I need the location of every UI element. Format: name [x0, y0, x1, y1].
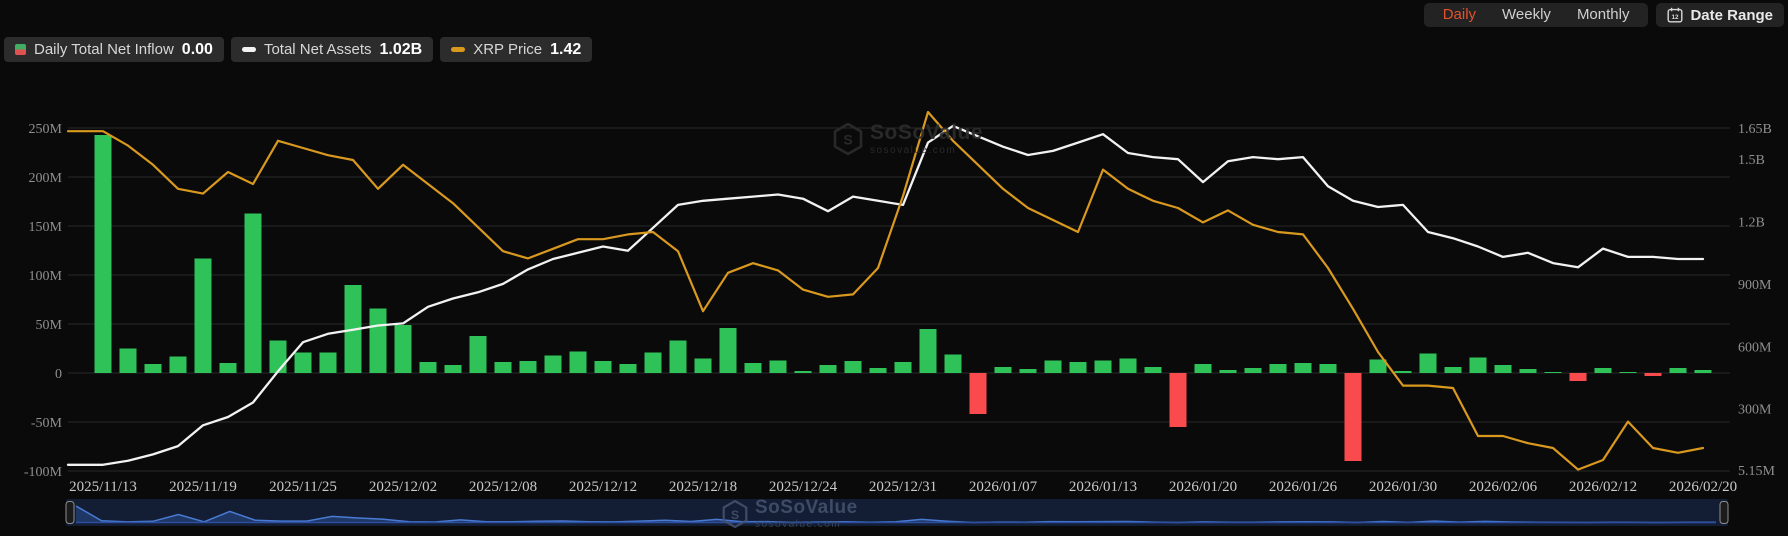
- svg-text:2025/11/19: 2025/11/19: [169, 479, 237, 495]
- svg-text:300M: 300M: [1738, 403, 1772, 418]
- navigator-handle-left[interactable]: [66, 502, 74, 524]
- svg-text:900M: 900M: [1738, 278, 1772, 293]
- net-inflow-bars: [95, 135, 1712, 461]
- svg-text:2025/11/25: 2025/11/25: [269, 479, 337, 495]
- svg-text:200M: 200M: [29, 171, 63, 186]
- etf-flow-dashboard: Daily Weekly Monthly 12 Date Range Daily…: [0, 0, 1788, 536]
- svg-text:2026/01/26: 2026/01/26: [1269, 479, 1338, 495]
- svg-text:50M: 50M: [36, 318, 63, 333]
- svg-text:2025/12/08: 2025/12/08: [469, 479, 537, 495]
- svg-text:-50M: -50M: [31, 416, 63, 431]
- svg-text:2025/12/12: 2025/12/12: [569, 479, 637, 495]
- gridlines: 250M 200M 150M 100M 50M 0 -50M -100M 1.65B 1.5B 1.…: [24, 122, 1776, 480]
- svg-text:1.5B: 1.5B: [1738, 153, 1765, 168]
- navigator-handle-right[interactable]: [1720, 502, 1728, 524]
- svg-text:-100M: -100M: [24, 465, 63, 480]
- svg-text:250M: 250M: [29, 122, 63, 137]
- svg-text:600M: 600M: [1738, 340, 1772, 355]
- svg-text:2025/12/18: 2025/12/18: [669, 479, 737, 495]
- xrp-price-line: [68, 112, 1703, 470]
- svg-text:1.65B: 1.65B: [1738, 122, 1772, 137]
- svg-text:2025/11/13: 2025/11/13: [69, 479, 137, 495]
- svg-text:2025/12/02: 2025/12/02: [369, 479, 437, 495]
- x-axis-labels: 2025/11/13 2025/11/19 2025/11/25 2025/12/02…: [69, 479, 1737, 495]
- svg-text:2026/02/06: 2026/02/06: [1469, 479, 1538, 495]
- svg-text:0: 0: [55, 367, 62, 382]
- range-navigator[interactable]: [66, 499, 1728, 526]
- svg-text:1.2B: 1.2B: [1738, 216, 1765, 231]
- svg-text:2026/01/07: 2026/01/07: [969, 479, 1038, 495]
- svg-text:100M: 100M: [29, 269, 63, 284]
- svg-text:2026/02/20: 2026/02/20: [1669, 479, 1737, 495]
- svg-text:2026/02/12: 2026/02/12: [1569, 479, 1637, 495]
- svg-text:2026/01/13: 2026/01/13: [1069, 479, 1137, 495]
- svg-text:5.15M: 5.15M: [1738, 464, 1776, 479]
- chart-canvas: 250M 200M 150M 100M 50M 0 -50M -100M 1.65B 1.5B 1.…: [0, 0, 1788, 536]
- svg-text:150M: 150M: [29, 220, 63, 235]
- svg-text:2025/12/24: 2025/12/24: [769, 479, 838, 495]
- svg-text:2025/12/31: 2025/12/31: [869, 479, 937, 495]
- svg-text:2026/01/20: 2026/01/20: [1169, 479, 1237, 495]
- svg-text:2026/01/30: 2026/01/30: [1369, 479, 1437, 495]
